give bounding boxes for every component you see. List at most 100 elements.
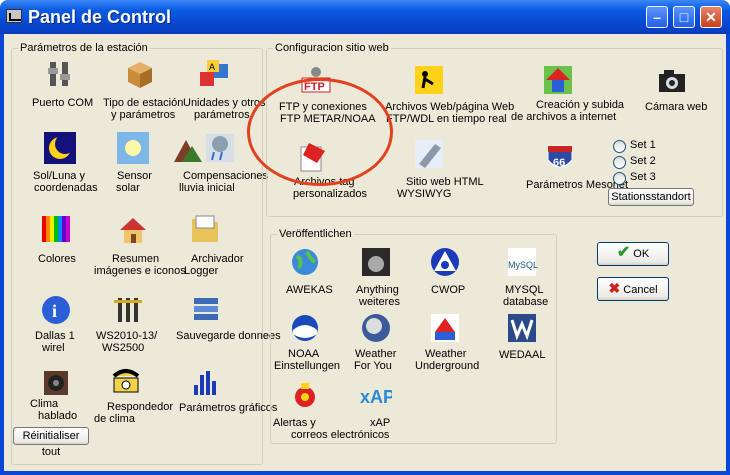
svg-text:66: 66 bbox=[553, 157, 565, 169]
item-label: solar bbox=[116, 182, 140, 194]
minimize-button[interactable]: – bbox=[646, 6, 668, 28]
item-label: hablado bbox=[38, 410, 78, 422]
set3-label: Set 3 bbox=[630, 171, 656, 183]
item-label: Compensaciones bbox=[183, 170, 268, 182]
camera-icon bbox=[656, 64, 688, 96]
item-label: Weather bbox=[425, 348, 467, 360]
html-editor-icon bbox=[413, 138, 445, 170]
satellite-icon bbox=[360, 312, 392, 344]
item-label: xAP bbox=[370, 417, 391, 429]
item-label: y parámetros bbox=[111, 109, 176, 121]
alarm-icon bbox=[289, 379, 321, 411]
title-bar[interactable]: Panel de Control – □ ✕ bbox=[0, 0, 730, 34]
item-label: weiteres bbox=[359, 296, 400, 308]
app-icon bbox=[6, 9, 22, 23]
item-label: NOAA bbox=[288, 348, 320, 360]
item-label: Tipo de estación bbox=[103, 97, 184, 109]
item-label: Weather bbox=[355, 348, 397, 360]
close-button[interactable]: ✕ bbox=[700, 6, 722, 28]
reset-all-button[interactable]: Réinitialiser tout bbox=[13, 427, 89, 458]
set2-label: Set 2 bbox=[630, 155, 656, 167]
cancel-button[interactable]: ✖ Cancel bbox=[597, 277, 669, 301]
item-label: lluvia inicial bbox=[179, 182, 235, 194]
item-label: Underground bbox=[415, 360, 480, 372]
item-label: WS2010-13/ bbox=[96, 330, 158, 342]
upload-icon bbox=[542, 64, 574, 96]
mountain-rain-icon bbox=[172, 132, 236, 164]
wedaal-icon bbox=[506, 312, 538, 344]
globe-icon bbox=[289, 246, 321, 278]
item-label: parámetros bbox=[194, 109, 250, 121]
ok-label: OK bbox=[633, 248, 650, 260]
item-label: Unidades y otros bbox=[183, 97, 266, 109]
check-icon: ✔ bbox=[616, 244, 631, 261]
station-group-legend: Parámetros de la estación bbox=[18, 42, 150, 54]
item-label: WS2500 bbox=[102, 342, 145, 354]
wunderground-icon bbox=[429, 312, 461, 344]
folder-icon bbox=[190, 214, 222, 246]
item-label: wirel bbox=[42, 342, 65, 354]
house-icon bbox=[117, 214, 149, 246]
sun-icon bbox=[117, 132, 149, 164]
tools-icon bbox=[112, 294, 144, 326]
item-label: de clima bbox=[94, 413, 135, 425]
set3-radio[interactable] bbox=[613, 172, 626, 185]
item-label: WEDAAL bbox=[499, 349, 546, 361]
set1-radio[interactable] bbox=[613, 140, 626, 153]
item-label: Respondedor bbox=[107, 401, 174, 413]
item-label: Logger bbox=[184, 265, 219, 277]
item-label: For You bbox=[354, 360, 392, 372]
svg-text:i: i bbox=[52, 301, 57, 321]
mysql-icon: MySQL bbox=[506, 246, 538, 278]
item-label: Colores bbox=[38, 253, 76, 265]
xap-icon: xAP bbox=[360, 379, 395, 411]
database-icon bbox=[190, 294, 222, 326]
item-label: CWOP bbox=[431, 284, 466, 296]
item-label: Puerto COM bbox=[32, 97, 94, 109]
svg-text:xAP: xAP bbox=[360, 387, 392, 407]
stationsstandort-button[interactable]: Stationsstandort bbox=[608, 188, 694, 206]
x-icon: ✖ bbox=[608, 280, 621, 296]
item-label: FTP/WDL en tiempo real bbox=[386, 113, 507, 125]
ok-button[interactable]: ✔ OK bbox=[597, 242, 669, 266]
item-label: Sol/Luna y bbox=[33, 170, 85, 182]
annotation-circle bbox=[247, 78, 393, 186]
item-label: Sensor bbox=[117, 170, 152, 182]
item-label: coordenadas bbox=[34, 182, 98, 194]
item-label: Anything bbox=[356, 284, 399, 296]
item-label: MYSQL bbox=[505, 284, 544, 296]
item-label: Resumen bbox=[112, 253, 160, 265]
maximize-button[interactable]: □ bbox=[673, 6, 695, 28]
item-label: Archivos Web/página Web bbox=[385, 101, 515, 113]
svg-text:A: A bbox=[209, 62, 215, 72]
noaa-icon bbox=[289, 312, 321, 344]
item-label: personalizados bbox=[293, 188, 367, 200]
publish-group-legend: Veröffentlichen bbox=[277, 228, 354, 240]
client-area: Parámetros de la estación Puerto COM Tip… bbox=[4, 34, 726, 471]
control-panel-window: Panel de Control – □ ✕ Parámetros de la … bbox=[0, 0, 730, 475]
item-label: Alertas y bbox=[273, 417, 316, 429]
box-icon bbox=[124, 58, 156, 90]
item-label: Dallas 1 bbox=[35, 330, 75, 342]
item-label: WYSIWYG bbox=[397, 188, 452, 200]
item-label: Parámetros gráficos bbox=[179, 402, 278, 414]
letter-blocks-icon: A bbox=[198, 58, 230, 90]
site-group-legend: Configuracion sitio web bbox=[273, 42, 391, 54]
svg-text:MySQL: MySQL bbox=[508, 260, 538, 270]
item-label: de archivos a internet bbox=[511, 111, 617, 123]
item-label: AWEKAS bbox=[286, 284, 333, 296]
speaker-icon bbox=[40, 367, 72, 399]
com-port-icon bbox=[44, 58, 76, 90]
item-label: Archivador bbox=[191, 253, 244, 265]
item-label: correos electrónicos bbox=[291, 429, 390, 441]
color-palette-icon bbox=[40, 214, 72, 246]
moon-icon bbox=[44, 132, 76, 164]
weather-display-icon bbox=[360, 246, 392, 278]
item-label: Einstellungen bbox=[274, 360, 341, 372]
window-title: Panel de Control bbox=[28, 7, 172, 27]
chart-icon bbox=[190, 367, 222, 399]
set2-radio[interactable] bbox=[613, 156, 626, 169]
cwop-icon bbox=[429, 246, 461, 278]
cancel-label: Cancel bbox=[623, 284, 658, 296]
item-label: Clima bbox=[30, 398, 59, 410]
